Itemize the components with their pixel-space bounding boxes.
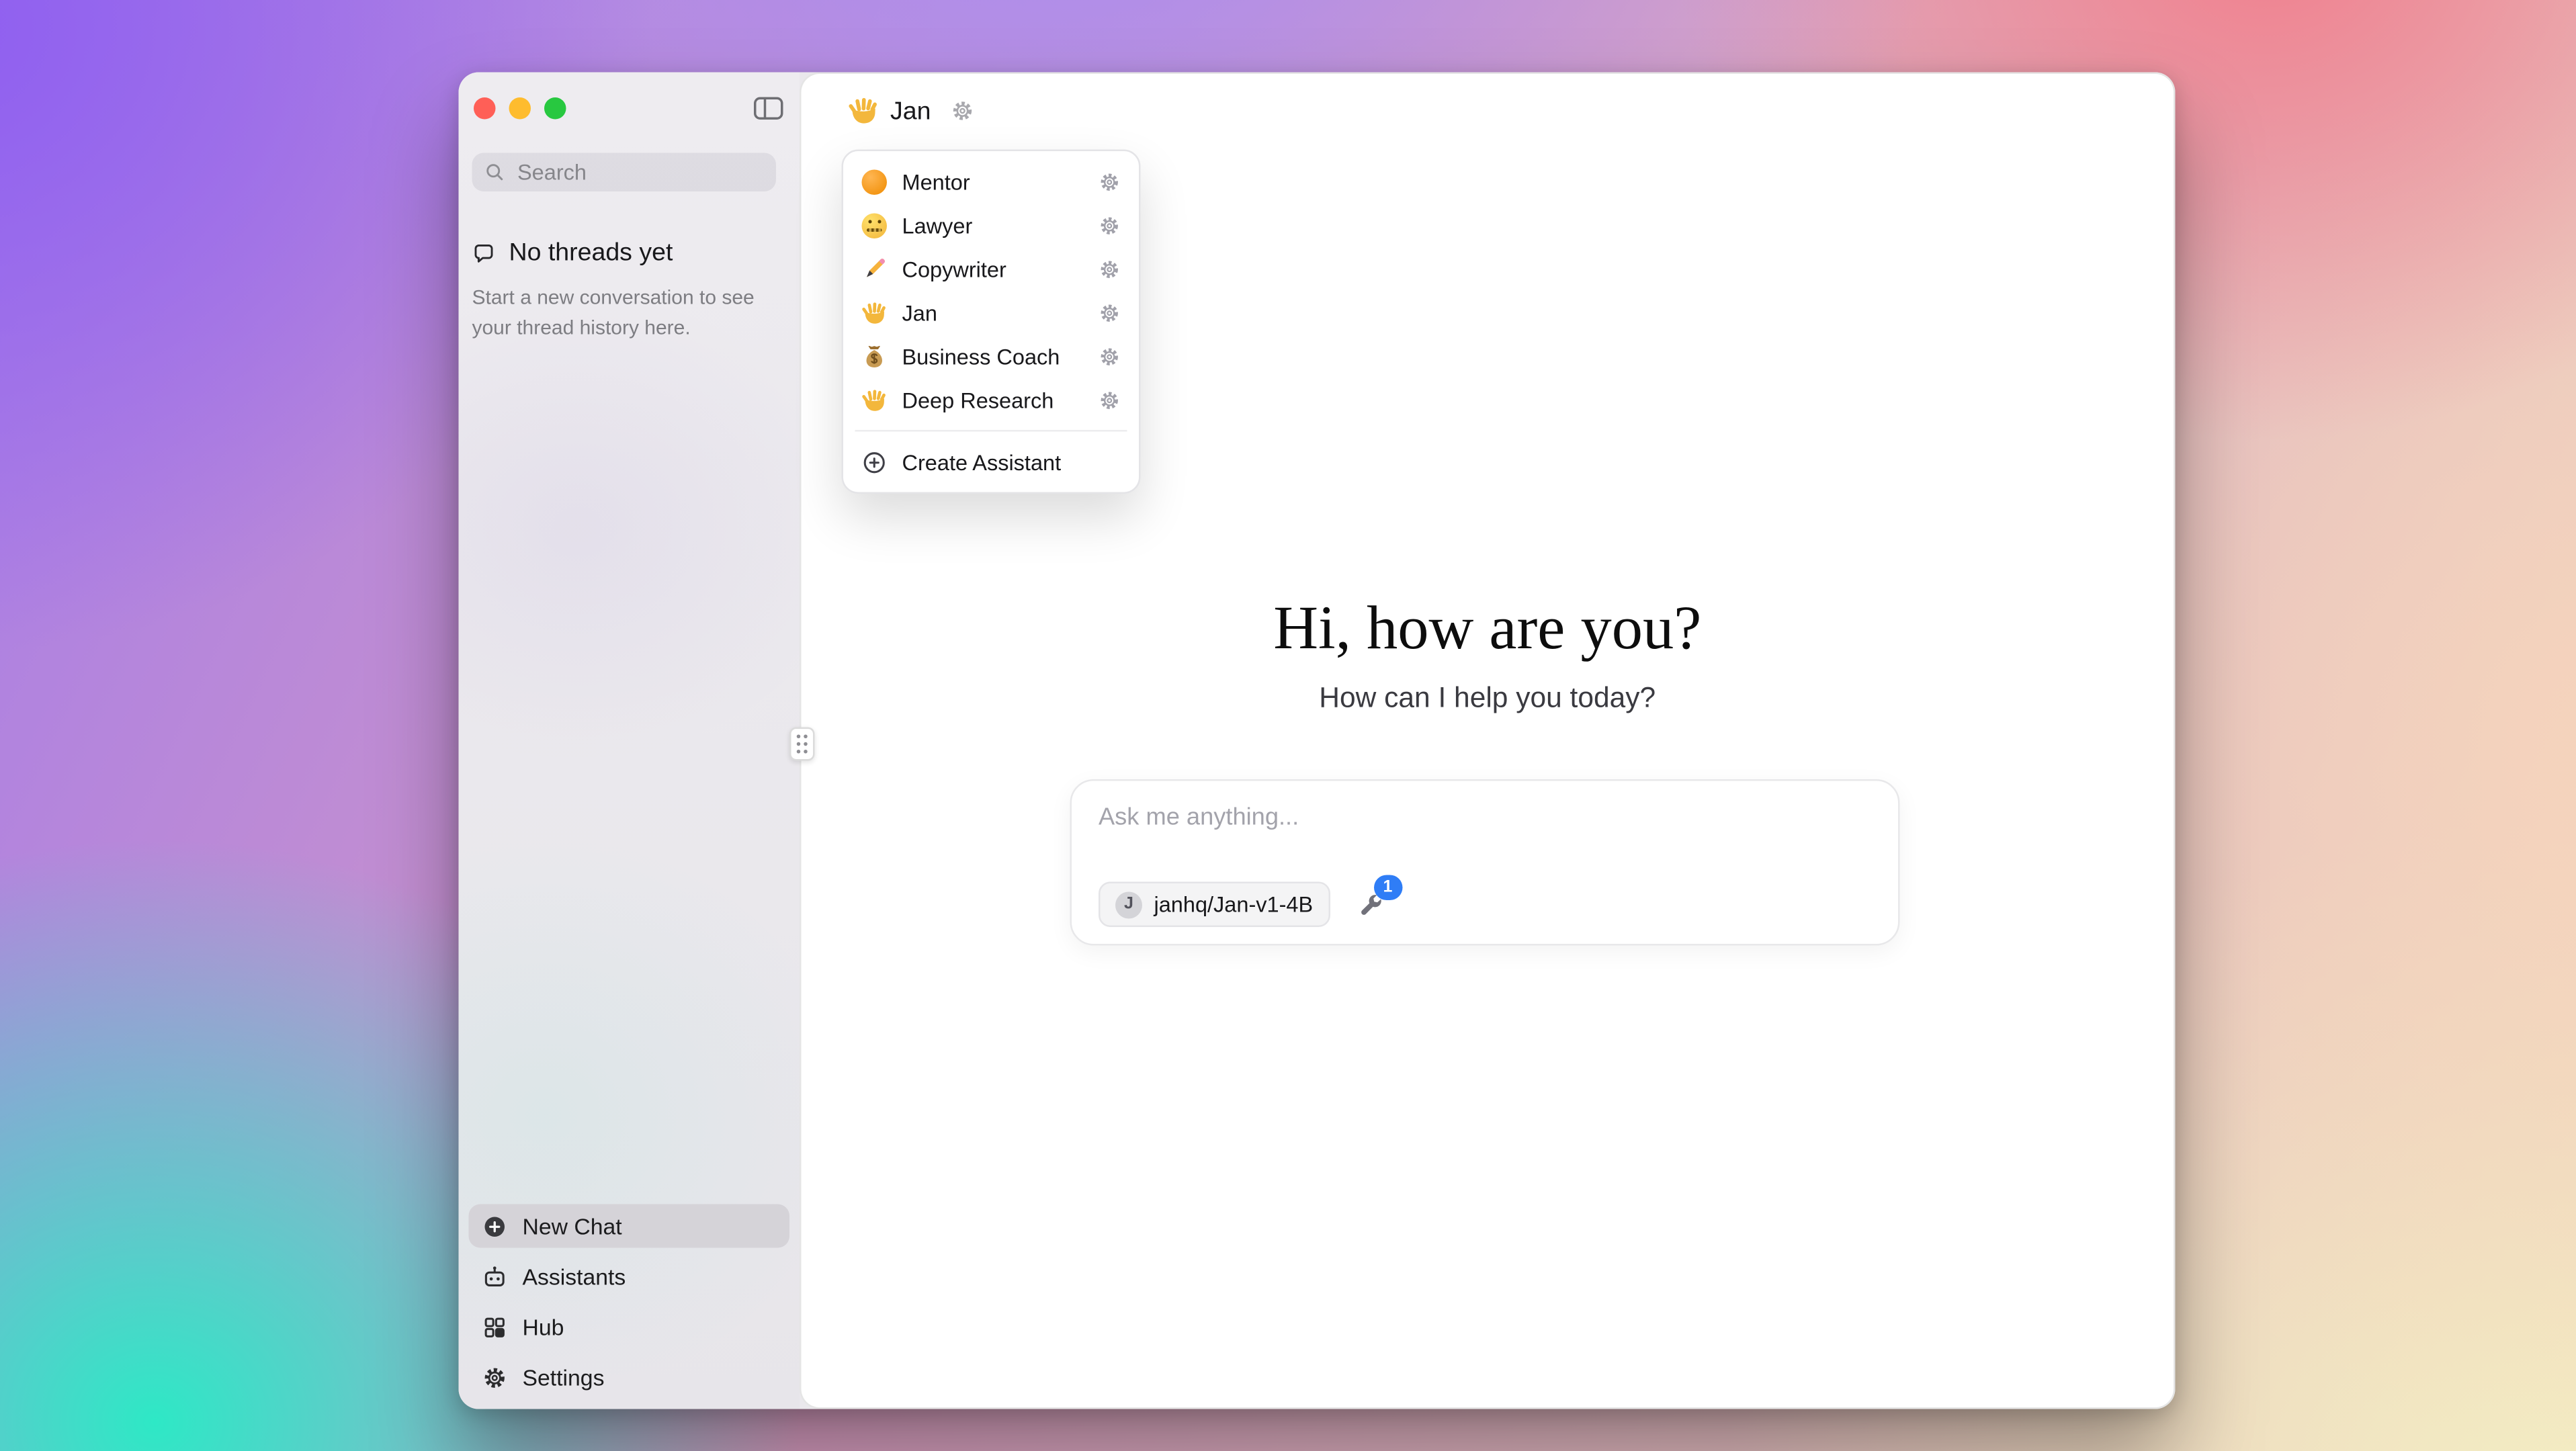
sidebar-item-hub[interactable]: Hub	[469, 1305, 790, 1349]
model-selector[interactable]: J janhq/Jan-v1-4B	[1099, 882, 1330, 928]
nav-label: Assistants	[523, 1264, 626, 1289]
app-window: No threads yet Start a new conversation …	[459, 73, 2176, 1409]
hero: Hi, how are you? How can I help you toda…	[802, 591, 2174, 715]
gear-icon[interactable]	[1099, 258, 1121, 280]
gear-icon[interactable]	[1099, 389, 1121, 411]
new-chat-plus-icon	[482, 1213, 508, 1239]
tools-count-badge: 1	[1373, 874, 1402, 899]
gear-icon[interactable]	[1099, 214, 1121, 236]
tools-button[interactable]: 1	[1357, 891, 1383, 918]
assistant-selector-button[interactable]: Jan	[849, 96, 975, 126]
settings-gear-icon	[482, 1364, 508, 1390]
waving-hand-icon	[862, 300, 888, 325]
menu-item-label: Deep Research	[902, 387, 1084, 412]
empty-state-description: Start a new conversation to see your thr…	[472, 282, 775, 343]
empty-state-title: No threads yet	[509, 238, 673, 267]
create-assistant-button[interactable]: Create Assistant	[852, 440, 1131, 484]
menu-item-label: Business Coach	[902, 343, 1084, 369]
nav-label: New Chat	[523, 1213, 622, 1239]
menu-item-jan[interactable]: Jan	[852, 291, 1131, 335]
menu-divider	[855, 430, 1127, 432]
zoom-button[interactable]	[544, 97, 566, 120]
assistant-name: Jan	[890, 97, 931, 126]
greeting-title: Hi, how are you?	[802, 591, 2174, 668]
sidebar-nav: New Chat Assistants Hub Settings	[469, 1204, 790, 1399]
nav-label: Settings	[523, 1364, 605, 1390]
orange-circle-icon	[862, 169, 888, 194]
zipper-mouth-face-icon	[862, 212, 888, 238]
nav-label: Hub	[523, 1314, 564, 1339]
topbar: Jan	[802, 74, 2174, 148]
hub-grid-icon	[482, 1314, 508, 1339]
search-icon	[484, 161, 506, 183]
search-input[interactable]	[514, 158, 765, 187]
composer-toolbar: J janhq/Jan-v1-4B 1	[1099, 882, 1383, 928]
menu-item-label: Copywriter	[902, 256, 1084, 281]
pencil-icon	[862, 256, 888, 281]
main-panel: Jan Mentor Lawyer Copywriter	[800, 73, 2176, 1409]
sidebar-resize-handle[interactable]	[789, 728, 815, 761]
assistant-settings-gear-icon[interactable]	[951, 99, 974, 123]
chat-bubble-icon	[472, 241, 496, 265]
money-bag-icon	[862, 343, 888, 369]
gear-icon[interactable]	[1099, 302, 1121, 324]
menu-item-mentor[interactable]: Mentor	[852, 160, 1131, 204]
composer: J janhq/Jan-v1-4B 1	[1070, 779, 1900, 946]
close-button[interactable]	[474, 97, 496, 120]
message-input[interactable]	[1099, 781, 1871, 872]
menu-item-label: Mentor	[902, 169, 1084, 194]
minimize-button[interactable]	[509, 97, 531, 120]
menu-item-copywriter[interactable]: Copywriter	[852, 247, 1131, 291]
window-controls	[474, 97, 566, 120]
gear-icon[interactable]	[1099, 345, 1121, 367]
sidebar: No threads yet Start a new conversation …	[459, 73, 800, 1409]
menu-item-label: Lawyer	[902, 212, 1084, 238]
sidebar-item-assistants[interactable]: Assistants	[469, 1255, 790, 1299]
menu-item-business-coach[interactable]: Business Coach	[852, 335, 1131, 378]
sidebar-item-new-chat[interactable]: New Chat	[469, 1204, 790, 1248]
waving-hand-icon	[862, 387, 888, 412]
desktop-background: No threads yet Start a new conversation …	[0, 0, 2576, 1451]
create-assistant-label: Create Assistant	[902, 449, 1121, 475]
model-name: janhq/Jan-v1-4B	[1154, 892, 1314, 918]
menu-item-lawyer[interactable]: Lawyer	[852, 204, 1131, 247]
model-avatar: J	[1115, 891, 1142, 918]
gear-icon[interactable]	[1099, 171, 1121, 193]
plus-circle-icon	[862, 449, 888, 475]
search-bar[interactable]	[472, 153, 777, 192]
menu-item-label: Jan	[902, 300, 1084, 325]
grip-dots-icon	[793, 731, 812, 758]
sidebar-toggle-icon[interactable]	[753, 94, 785, 123]
threads-empty-state: No threads yet Start a new conversation …	[472, 238, 775, 343]
sidebar-item-settings[interactable]: Settings	[469, 1356, 790, 1399]
assistant-menu: Mentor Lawyer Copywriter Jan	[842, 150, 1141, 494]
assistants-bot-icon	[482, 1264, 508, 1289]
greeting-subtitle: How can I help you today?	[802, 682, 2174, 715]
waving-hand-icon	[849, 96, 879, 126]
menu-item-deep-research[interactable]: Deep Research	[852, 378, 1131, 422]
